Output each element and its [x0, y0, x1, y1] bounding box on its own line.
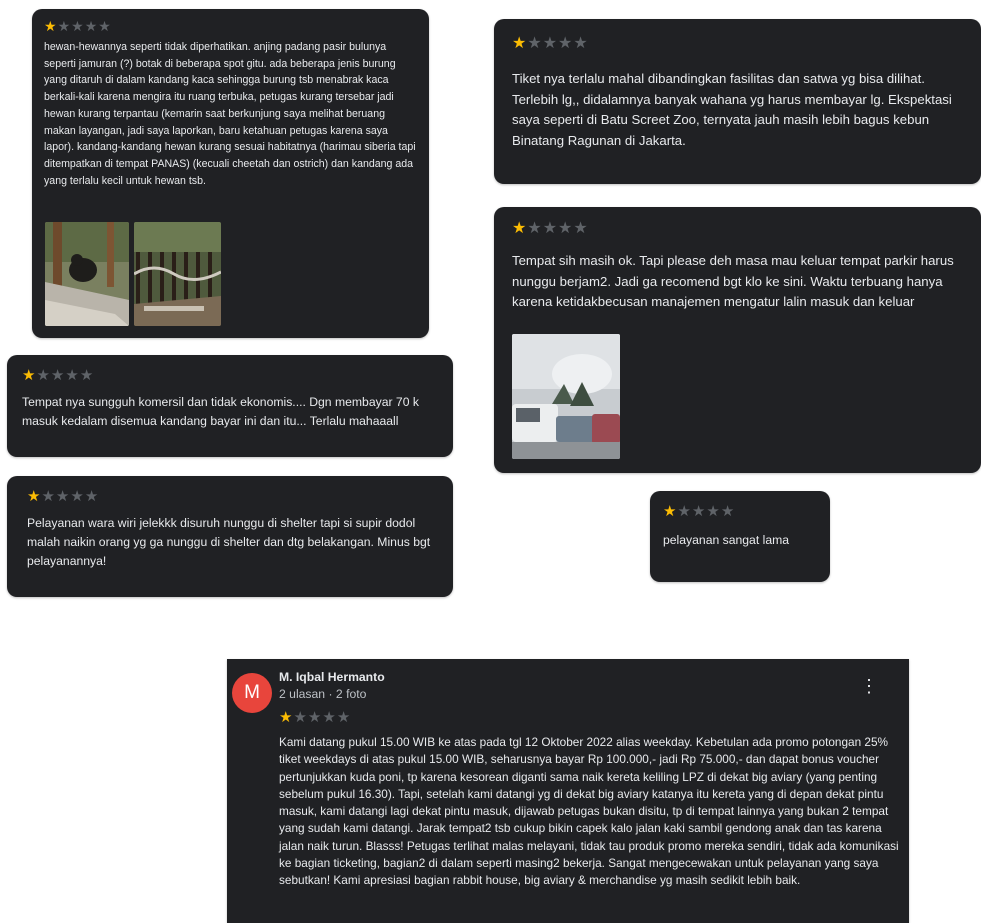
review-text: pelayanan sangat lama [663, 533, 790, 547]
review-card-4: ★ ★ ★ ★ ★ Tiket nya terlalu mahal dibandingk… [494, 19, 981, 184]
star-empty-icon: ★ [84, 488, 99, 505]
review-text: Kami datang pukul 15.00 WIB ke atas pada… [279, 735, 899, 888]
more-options-icon[interactable]: ⋮ [860, 677, 878, 695]
star-empty-icon: ★ [558, 35, 573, 52]
review-card-1: ★ ★ ★ ★ ★ hewan-hewannya seperti tidak diper… [32, 9, 429, 338]
review-text: Pelayanan wara wiri jelekkk disuruh nung… [27, 516, 431, 568]
star-empty-icon: ★ [573, 35, 588, 52]
star-empty-icon: ★ [677, 503, 691, 520]
review-card-6: ★ ★ ★ ★ ★ pelayanan sangat lama [650, 491, 830, 582]
star-filled-icon: ★ [279, 709, 293, 726]
star-rating: ★ ★ ★ ★ ★ [27, 489, 439, 504]
star-empty-icon: ★ [98, 18, 111, 34]
review-text: Tiket nya terlalu mahal dibandingkan fas… [512, 71, 952, 148]
review-text: Tempat nya sungguh komersil dan tidak ek… [22, 395, 419, 428]
review-text: Tempat sih masih ok. Tapi please deh mas… [512, 253, 954, 309]
reviewer-name[interactable]: M. Iqbal Hermanto [279, 670, 385, 684]
star-empty-icon: ★ [293, 709, 307, 726]
star-filled-icon: ★ [27, 488, 41, 505]
star-filled-icon: ★ [512, 35, 527, 52]
star-rating: ★ ★ ★ ★ ★ [512, 221, 967, 237]
star-empty-icon: ★ [57, 18, 71, 34]
review-card-3: ★ ★ ★ ★ ★ Pelayanan wara wiri jelekkk disuru… [7, 476, 453, 597]
star-empty-icon: ★ [71, 18, 84, 34]
star-rating: ★ ★ ★ ★ ★ [279, 710, 350, 725]
star-empty-icon: ★ [84, 18, 98, 34]
star-empty-icon: ★ [558, 220, 573, 237]
star-empty-icon: ★ [70, 488, 84, 505]
star-empty-icon: ★ [79, 367, 94, 384]
star-empty-icon: ★ [706, 503, 720, 520]
review-photo-enclosure[interactable] [134, 222, 221, 326]
star-empty-icon: ★ [542, 35, 558, 52]
parking-lot-photo-icon [512, 334, 620, 459]
reviewer-meta: 2 ulasan · 2 foto [279, 687, 367, 701]
star-rating: ★ ★ ★ ★ ★ [44, 19, 417, 33]
star-empty-icon: ★ [41, 488, 55, 505]
avatar[interactable]: M [232, 673, 272, 713]
review-card-5: ★ ★ ★ ★ ★ Tempat sih masih ok. Tapi please d… [494, 207, 981, 473]
star-empty-icon: ★ [50, 367, 65, 384]
review-photo-parking[interactable] [512, 334, 620, 459]
star-empty-icon: ★ [720, 503, 735, 520]
review-photo-bear[interactable] [45, 222, 129, 326]
star-empty-icon: ★ [336, 709, 351, 726]
star-empty-icon: ★ [542, 220, 558, 237]
star-empty-icon: ★ [36, 367, 50, 384]
star-rating: ★ ★ ★ ★ ★ [663, 504, 820, 519]
star-empty-icon: ★ [527, 35, 542, 52]
star-empty-icon: ★ [573, 220, 588, 237]
bird-enclosure-photo-icon [134, 222, 221, 326]
star-filled-icon: ★ [663, 503, 677, 520]
star-empty-icon: ★ [55, 488, 70, 505]
star-empty-icon: ★ [307, 709, 322, 726]
bear-enclosure-photo-icon [45, 222, 129, 326]
review-card-2: ★ ★ ★ ★ ★ Tempat nya sungguh komersil dan ti… [7, 355, 453, 457]
star-filled-icon: ★ [22, 367, 36, 384]
review-text: hewan-hewannya seperti tidak diperhatika… [44, 41, 416, 187]
star-filled-icon: ★ [44, 18, 57, 34]
star-empty-icon: ★ [691, 503, 706, 520]
star-empty-icon: ★ [65, 367, 79, 384]
star-rating: ★ ★ ★ ★ ★ [512, 36, 967, 52]
star-rating: ★ ★ ★ ★ ★ [22, 368, 439, 383]
review-card-7: M M. Iqbal Hermanto 2 ulasan · 2 foto ⋮ … [227, 659, 909, 923]
star-empty-icon: ★ [322, 709, 336, 726]
star-empty-icon: ★ [527, 220, 542, 237]
star-filled-icon: ★ [512, 220, 527, 237]
